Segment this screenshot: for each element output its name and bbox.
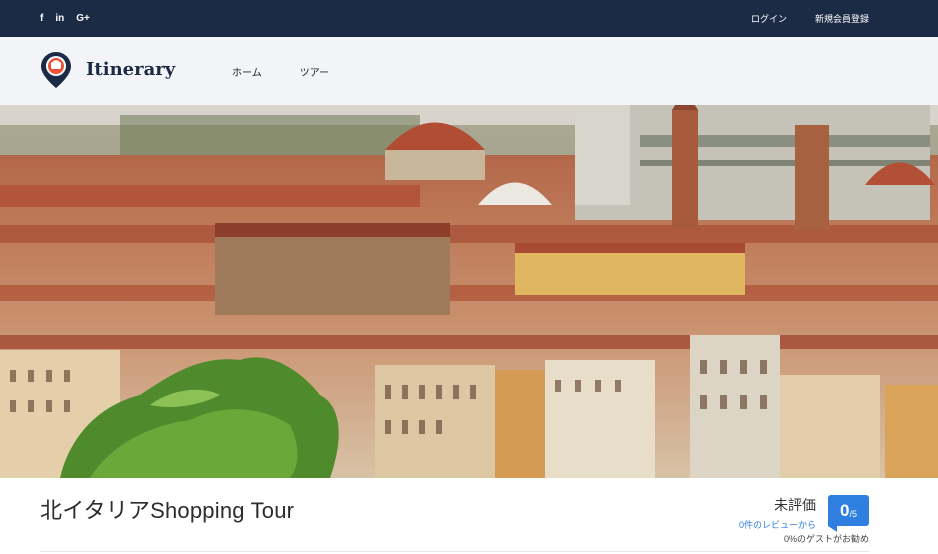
register-link[interactable]: 新規会員登録 <box>815 12 869 25</box>
recommend-percentage: 0%のゲストがお勧め <box>783 534 869 544</box>
rating-summary: 未評価 0件のレビューから 0 /5 0%のゲストがお勧め <box>669 493 869 545</box>
florence-cityscape-photo <box>0 105 938 478</box>
main-nav: ホーム ツアー <box>232 37 329 105</box>
nav-item-tours[interactable]: ツアー <box>300 64 329 79</box>
rating-text-block: 未評価 0件のレビューから <box>739 495 816 531</box>
rating-status: 未評価 <box>774 497 816 513</box>
logo-text: Itinerary <box>86 58 176 80</box>
top-bar: f in G+ ログイン 新規会員登録 <box>0 0 938 37</box>
linkedin-icon[interactable]: in <box>55 13 64 24</box>
map-pin-logo-icon <box>41 52 71 88</box>
site-logo[interactable]: Itinerary <box>40 51 175 89</box>
score-value: 0 <box>840 500 850 520</box>
social-links: f in G+ <box>40 0 90 37</box>
reviews-link[interactable]: 0件のレビューから <box>739 518 816 531</box>
tour-title: 北イタリアShopping Tour <box>40 498 295 523</box>
facebook-icon[interactable]: f <box>40 13 43 24</box>
score-max: /5 <box>849 508 857 519</box>
auth-links: ログイン 新規会員登録 <box>751 0 869 37</box>
divider <box>40 551 869 552</box>
login-link[interactable]: ログイン <box>751 12 787 25</box>
score-badge: 0 /5 <box>828 495 869 526</box>
nav-item-home[interactable]: ホーム <box>232 64 262 79</box>
hero-image <box>0 105 938 478</box>
google-plus-icon[interactable]: G+ <box>76 13 90 24</box>
site-header: Itinerary ホーム ツアー <box>0 37 938 105</box>
